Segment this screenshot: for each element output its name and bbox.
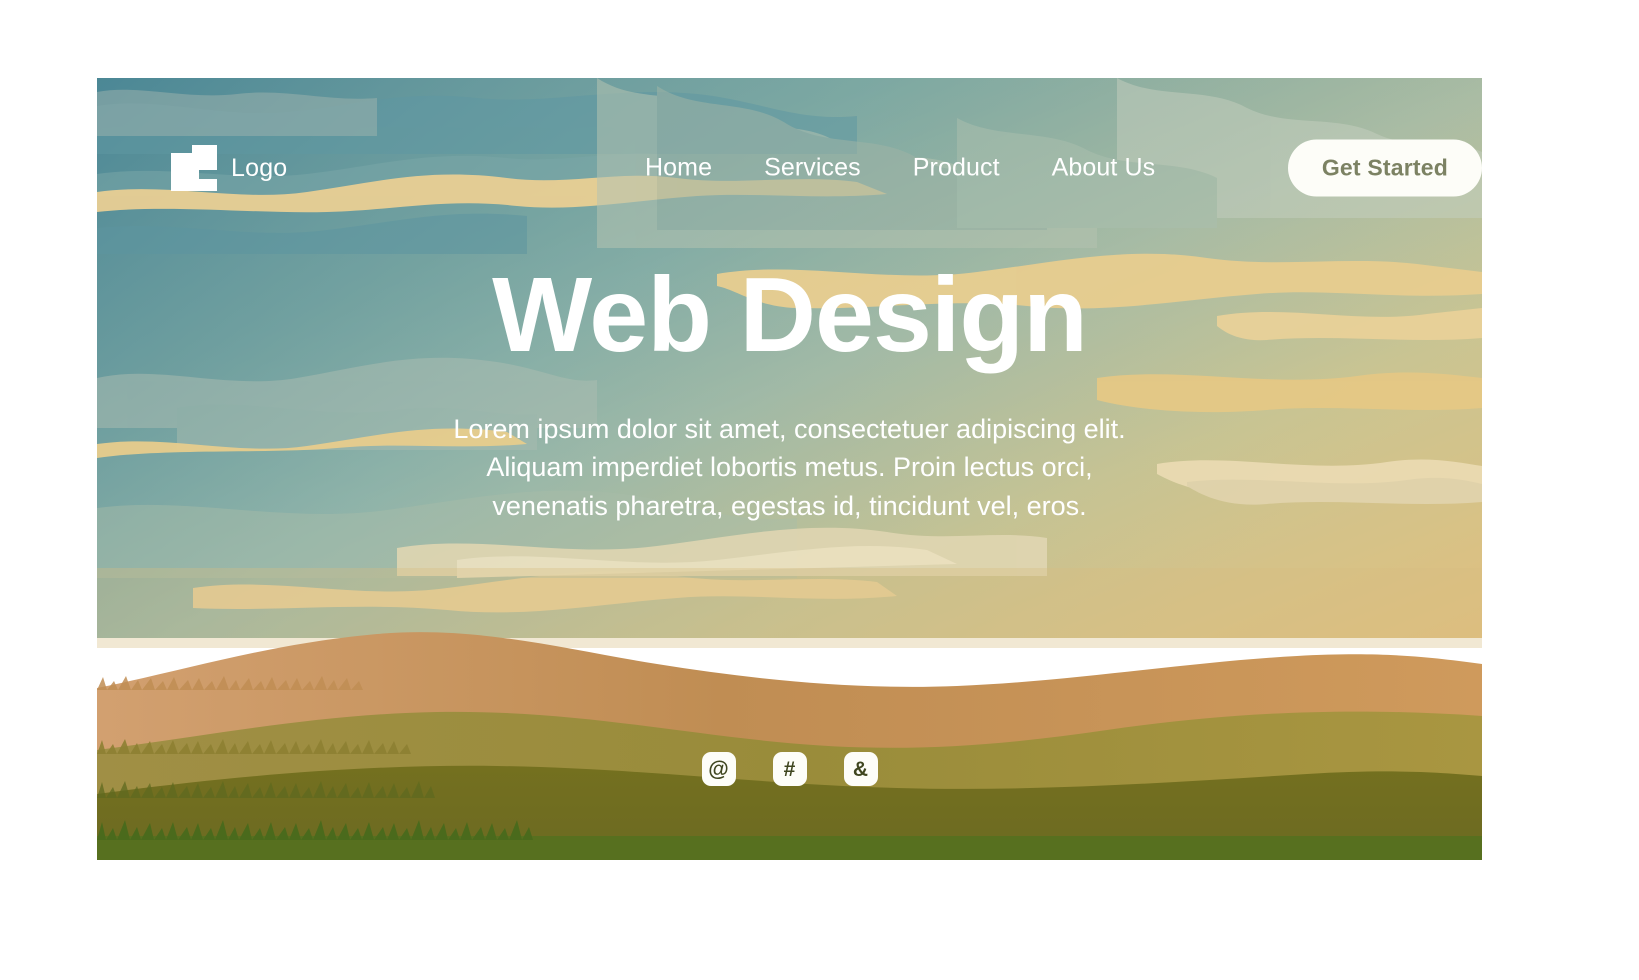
get-started-button[interactable]: Get Started: [1287, 139, 1482, 197]
hash-icon[interactable]: #: [772, 752, 807, 786]
hero-overlay: Logo Home Services Product About Us Get …: [97, 78, 1482, 860]
logo-text: Logo: [231, 153, 288, 182]
social-links: @ # &: [97, 752, 1482, 786]
nav-link-about-us[interactable]: About Us: [1052, 154, 1156, 183]
page-root: Logo Home Services Product About Us Get …: [0, 0, 1639, 980]
nav-links: Home Services Product About Us: [645, 154, 1155, 183]
hero-paragraph-line-2: Aliquam imperdiet lobortis metus. Proin …: [486, 452, 1093, 483]
navbar: Logo Home Services Product About Us Get …: [97, 139, 1482, 197]
at-sign-icon[interactable]: @: [701, 752, 736, 786]
page-title: Web Design: [492, 256, 1088, 374]
brand[interactable]: Logo: [171, 145, 287, 191]
nav-link-services[interactable]: Services: [764, 154, 861, 183]
hero-paragraph-line-1: Lorem ipsum dolor sit amet, consectetuer…: [453, 414, 1126, 444]
hero-banner: Logo Home Services Product About Us Get …: [97, 78, 1482, 860]
hero-paragraph: Lorem ipsum dolor sit amet, consectetuer…: [390, 410, 1190, 525]
logo-mark-icon: [171, 145, 217, 191]
hero-paragraph-line-3: venenatis pharetra, egestas id, tincidun…: [492, 490, 1087, 521]
ampersand-icon[interactable]: &: [843, 752, 878, 786]
nav-link-home[interactable]: Home: [645, 154, 712, 183]
nav-link-product[interactable]: Product: [913, 154, 1000, 183]
